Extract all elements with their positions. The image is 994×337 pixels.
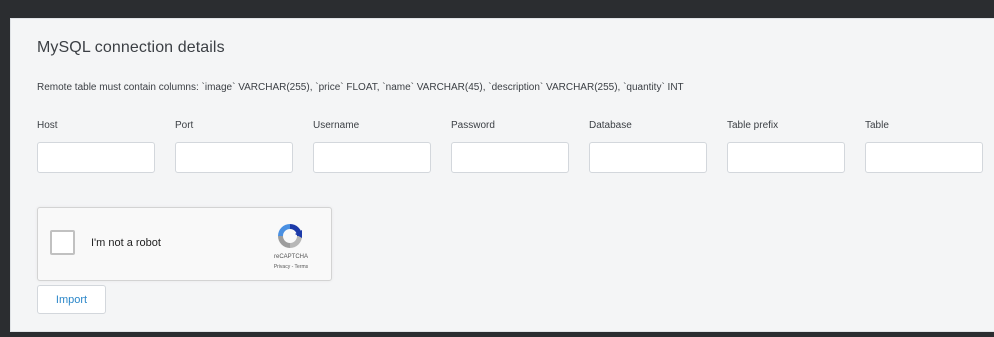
table-prefix-input[interactable]	[727, 142, 845, 173]
table-prefix-label: Table prefix	[727, 120, 779, 131]
recaptcha-checkbox[interactable]	[50, 230, 75, 255]
recaptcha-links[interactable]: Privacy - Terms	[256, 264, 326, 270]
mysql-connection-panel: MySQL connection details Remote table mu…	[10, 18, 994, 332]
section-title: MySQL connection details	[37, 39, 225, 56]
panel-content: MySQL connection details Remote table mu…	[11, 19, 994, 331]
port-label: Port	[175, 120, 194, 131]
database-field: Database	[589, 120, 709, 173]
port-input[interactable]	[175, 142, 293, 173]
table-prefix-field: Table prefix	[727, 120, 847, 173]
database-label: Database	[589, 120, 632, 131]
recaptcha-label: I'm not a robot	[91, 237, 161, 249]
password-field: Password	[451, 120, 571, 173]
host-field: Host	[37, 120, 157, 173]
username-label: Username	[313, 120, 360, 131]
table-input[interactable]	[865, 142, 983, 173]
recaptcha-logo-icon	[278, 224, 302, 248]
page-top-strip	[0, 0, 994, 18]
password-label: Password	[451, 120, 495, 131]
host-label: Host	[37, 120, 58, 131]
table-columns-note: Remote table must contain columns: `imag…	[37, 82, 684, 93]
table-label: Table	[865, 120, 889, 131]
recaptcha-widget: I'm not a robot reCAPTCHA Privacy - Term…	[37, 207, 332, 281]
database-input[interactable]	[589, 142, 707, 173]
host-input[interactable]	[37, 142, 155, 173]
recaptcha-brand: reCAPTCHA	[273, 254, 308, 260]
port-field: Port	[175, 120, 295, 173]
username-input[interactable]	[313, 142, 431, 173]
username-field: Username	[313, 120, 433, 173]
import-button[interactable]: Import	[37, 285, 106, 314]
table-field: Table	[865, 120, 985, 173]
password-input[interactable]	[451, 142, 569, 173]
